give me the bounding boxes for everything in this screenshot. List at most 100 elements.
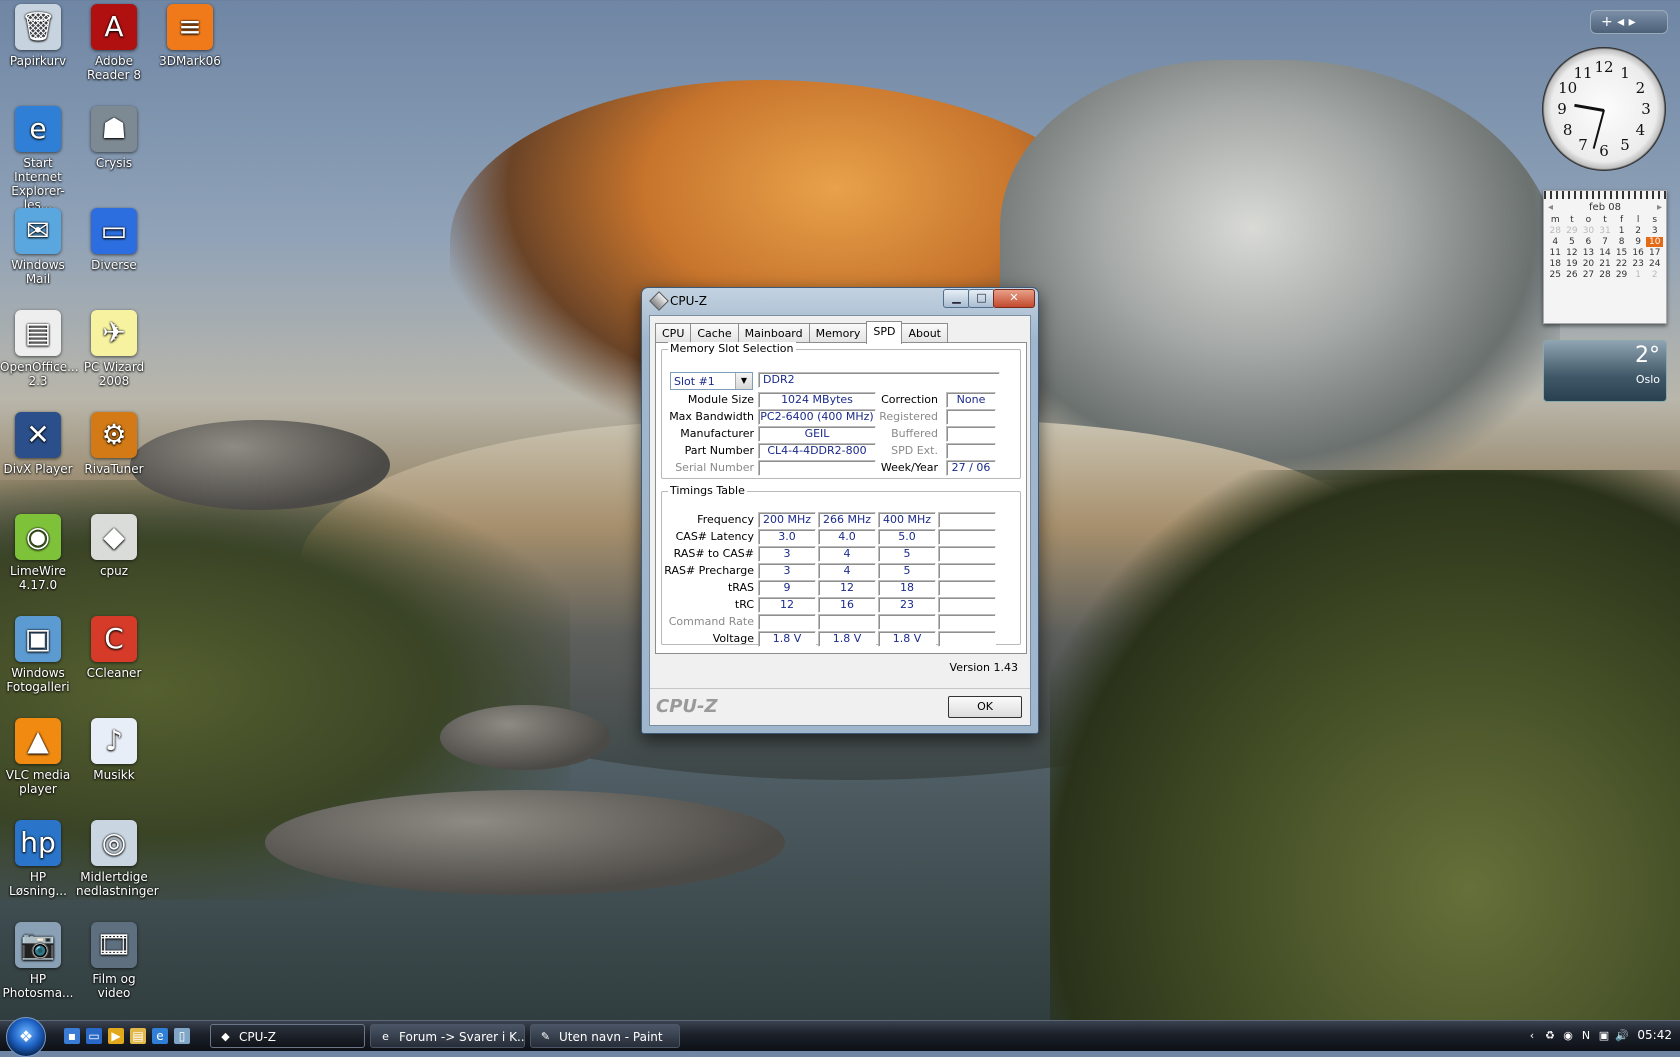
quicklaunch-icon[interactable]: ▭ <box>86 1028 102 1044</box>
calendar-day[interactable]: 10 <box>1646 237 1663 247</box>
calendar-day[interactable]: 2 <box>1646 270 1663 280</box>
calendar-day[interactable]: 31 <box>1597 226 1614 236</box>
chevron-down-icon[interactable]: ▼ <box>735 373 752 389</box>
timing-cell <box>938 597 996 613</box>
desktop-icon[interactable]: 🎞 Film og video <box>76 922 152 1000</box>
calendar-day[interactable]: 21 <box>1597 259 1614 269</box>
calendar-day[interactable]: 27 <box>1580 270 1597 280</box>
calendar-day[interactable]: 22 <box>1613 259 1630 269</box>
timing-label: Frequency <box>697 513 754 526</box>
tray-icon[interactable]: N <box>1578 1028 1594 1044</box>
start-button[interactable]: ❖ <box>6 1017 46 1057</box>
quicklaunch-icon[interactable]: ▤ <box>130 1028 146 1044</box>
desktop-icon[interactable]: ⚙ RivaTuner <box>76 412 152 476</box>
sidebar-controls[interactable]: + ◂ ▸ <box>1590 10 1668 34</box>
calendar-day[interactable]: 4 <box>1547 237 1564 247</box>
minimize-button[interactable]: ▁ <box>943 289 970 308</box>
task-label: Forum -> Svarer i K... <box>399 1030 525 1044</box>
calendar-day[interactable]: 6 <box>1580 237 1597 247</box>
calendar-day[interactable]: 2 <box>1630 226 1647 236</box>
calendar-day[interactable]: 15 <box>1613 248 1630 258</box>
desktop-icon[interactable]: ≡ 3DMark06 <box>152 4 228 68</box>
calendar-day[interactable]: 23 <box>1630 259 1647 269</box>
calendar-day[interactable]: 29 <box>1564 226 1581 236</box>
desktop-icon[interactable]: ▣ Windows Fotogalleri <box>0 616 76 694</box>
tab-mainboard[interactable]: Mainboard <box>737 323 810 343</box>
desktop-icon[interactable]: ◉ LimeWire 4.17.0 <box>0 514 76 592</box>
calendar-day[interactable]: 9 <box>1630 237 1647 247</box>
desktop-icon[interactable]: ▲ VLC media player <box>0 718 76 796</box>
calendar-gadget[interactable]: ◂ feb 08 ▸ m t o t f l s 28 29 30 31 1 2 3 4 5 6 7 8 9 10 11 1… <box>1543 190 1667 324</box>
taskbar-button[interactable]: e Forum -> Svarer i K... <box>370 1024 525 1048</box>
tab-cpu[interactable]: CPU <box>655 323 692 343</box>
desktop-icon[interactable]: ◎ Midlertdige nedlastninger <box>76 820 159 898</box>
tray-icon[interactable]: 🔊 <box>1614 1028 1630 1044</box>
desktop-icon[interactable]: ✉ Windows Mail <box>0 208 76 286</box>
calendar-day[interactable]: 14 <box>1597 248 1614 258</box>
desktop-icon[interactable]: 🗑 Papirkurv <box>0 4 76 68</box>
desktop-icon[interactable]: A Adobe Reader 8 <box>76 4 152 82</box>
desktop-icon[interactable]: ✈ PC Wizard 2008 <box>76 310 152 388</box>
calendar-day[interactable]: 13 <box>1580 248 1597 258</box>
calendar-day[interactable]: 16 <box>1630 248 1647 258</box>
calendar-day[interactable]: 28 <box>1547 226 1564 236</box>
calendar-day[interactable]: 11 <box>1547 248 1564 258</box>
weather-gadget[interactable]: 2° Oslo <box>1543 340 1667 402</box>
calendar-day[interactable]: 3 <box>1646 226 1663 236</box>
calendar-prev-icon[interactable]: ◂ <box>1548 202 1553 213</box>
calendar-day[interactable]: 5 <box>1564 237 1581 247</box>
ok-button[interactable]: OK <box>948 696 1022 718</box>
quicklaunch-icon[interactable]: ▪ <box>64 1028 80 1044</box>
desktop-icon[interactable]: ☗ Crysis <box>76 106 152 170</box>
calendar-day[interactable]: 7 <box>1597 237 1614 247</box>
taskbar-button[interactable]: ✎ Uten navn - Paint <box>530 1024 680 1048</box>
calendar-day[interactable]: 29 <box>1613 270 1630 280</box>
quicklaunch-icon[interactable]: ▯ <box>174 1028 190 1044</box>
quicklaunch-icon[interactable]: ▶ <box>108 1028 124 1044</box>
calendar-day[interactable]: 26 <box>1564 270 1581 280</box>
calendar-day[interactable]: 17 <box>1646 248 1663 258</box>
calendar-day[interactable]: 1 <box>1630 270 1647 280</box>
tab-cache[interactable]: Cache <box>690 323 739 343</box>
calendar-day[interactable]: 12 <box>1564 248 1581 258</box>
calendar-day[interactable]: 25 <box>1547 270 1564 280</box>
desktop-icon[interactable]: C CCleaner <box>76 616 152 680</box>
tray-icon[interactable]: ♻ <box>1542 1028 1558 1044</box>
max-bandwidth-value: PC2-6400 (400 MHz) <box>758 409 876 425</box>
tab-spd[interactable]: SPD <box>866 321 903 344</box>
calendar-day[interactable]: 20 <box>1580 259 1597 269</box>
max-bandwidth-label: Max Bandwidth <box>669 410 754 423</box>
desktop-icon[interactable]: ▤ OpenOffice... 2.3 <box>0 310 79 388</box>
desktop-icon[interactable]: ✕ DivX Player <box>0 412 76 476</box>
tray-icon[interactable]: ‹ <box>1524 1028 1540 1044</box>
calendar-day[interactable]: 19 <box>1564 259 1581 269</box>
calendar-weekday: f <box>1619 215 1624 225</box>
tray-icon[interactable]: ◉ <box>1560 1028 1576 1044</box>
desktop-icon[interactable]: hp HP Løsning... <box>0 820 76 898</box>
tab-about[interactable]: About <box>901 323 948 343</box>
tab-memory[interactable]: Memory <box>808 323 868 343</box>
desktop-icon[interactable]: e Start Internet Explorer-les... <box>0 106 76 212</box>
cpuz-titlebar[interactable]: CPU-Z ▁ □ ✕ <box>642 288 1038 314</box>
desktop-icon[interactable]: ▭ Diverse <box>76 208 152 272</box>
close-button[interactable]: ✕ <box>993 289 1035 308</box>
clock-gadget[interactable]: 12 1 2 3 4 5 6 7 8 9 10 11 <box>1542 47 1666 171</box>
quicklaunch-icon[interactable]: e <box>152 1028 168 1044</box>
calendar-day[interactable]: 1 <box>1613 226 1630 236</box>
slot-select[interactable]: Slot #1 ▼ <box>670 372 753 390</box>
calendar-day[interactable]: 8 <box>1613 237 1630 247</box>
desktop-icon[interactable]: 📷 HP Photosma... <box>0 922 76 1000</box>
maximize-button[interactable]: □ <box>968 289 995 308</box>
clock-time[interactable]: 05:42 <box>1637 1028 1672 1042</box>
calendar-day[interactable]: 18 <box>1547 259 1564 269</box>
cpuz-window[interactable]: CPU-Z ▁ □ ✕ CPU Cache Mainboard Memory SPD Ab… <box>641 287 1039 734</box>
tray-icon[interactable]: ▣ <box>1596 1028 1612 1044</box>
taskbar-button[interactable]: ◆ CPU-Z <box>210 1024 365 1048</box>
shortcut-icon: A <box>91 4 137 50</box>
desktop-icon[interactable]: ♪ Musikk <box>76 718 152 782</box>
calendar-next-icon[interactable]: ▸ <box>1657 202 1662 213</box>
calendar-day[interactable]: 28 <box>1597 270 1614 280</box>
desktop-icon[interactable]: ◆ cpuz <box>76 514 152 578</box>
calendar-day[interactable]: 24 <box>1646 259 1663 269</box>
calendar-day[interactable]: 30 <box>1580 226 1597 236</box>
